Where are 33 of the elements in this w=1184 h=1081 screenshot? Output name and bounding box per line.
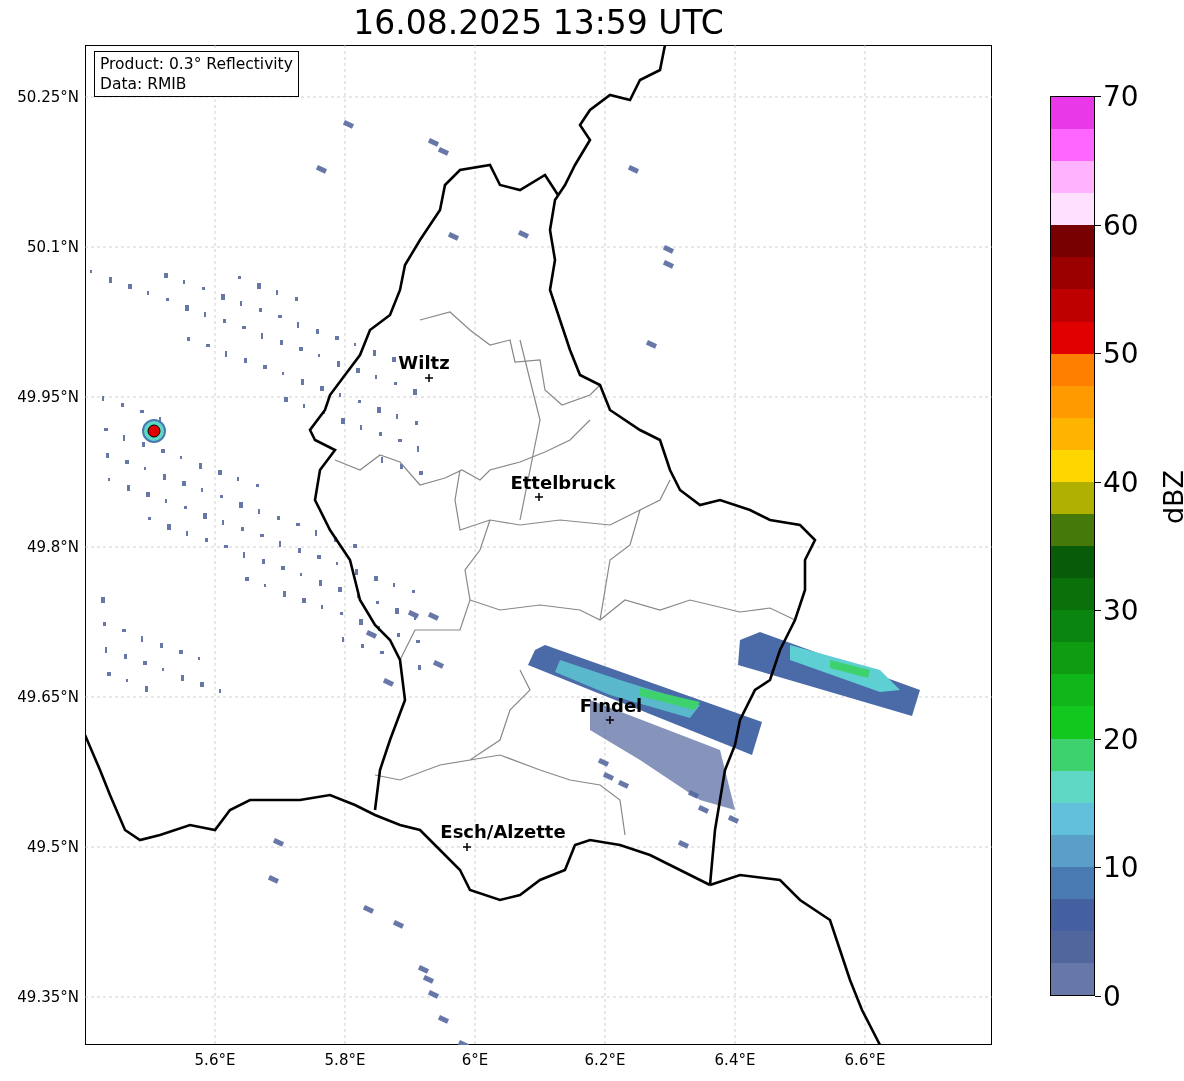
latitude-label: 49.95°N <box>17 388 79 406</box>
latitude-label: 49.5°N <box>26 838 79 856</box>
longitude-label: 5.6°E <box>194 1051 236 1069</box>
longitude-label: 6.2°E <box>584 1051 626 1069</box>
colorbar-tick-label: 30 <box>1103 593 1139 627</box>
longitude-label: 5.8°E <box>324 1051 366 1069</box>
info-text: Data: RMIB <box>100 74 188 94</box>
city-marker-icon <box>424 373 434 383</box>
latitude-label: 49.65°N <box>17 688 79 706</box>
colorbar-tick-label: 50 <box>1103 336 1139 370</box>
colorbar-tick-label: 10 <box>1103 850 1139 884</box>
city-marker-icon <box>605 715 615 725</box>
colorbar-tick-label: 60 <box>1103 208 1139 242</box>
colorbar-tick-label: 70 <box>1103 79 1139 113</box>
longitude-label: 6.4°E <box>714 1051 756 1069</box>
city-label: Ettelbruck <box>510 471 616 493</box>
colorbar-tick-label: 0 <box>1103 979 1121 1013</box>
colorbar-tick-label: 20 <box>1103 722 1139 756</box>
map-title: 16.08.2025 13:59 UTC <box>352 2 725 44</box>
city-marker-icon <box>462 842 472 852</box>
latitude-label: 49.8°N <box>26 538 79 556</box>
radar-site-icon <box>142 419 166 443</box>
info-text: Product: 0.3° Reflectivity <box>100 54 293 74</box>
city-label: Wiltz <box>398 351 450 373</box>
colorbar-tick-label: 40 <box>1103 465 1139 499</box>
longitude-label: 6.6°E <box>844 1051 886 1069</box>
colorbar-label: dBZ <box>1157 469 1184 525</box>
city-marker-icon <box>534 492 544 502</box>
latitude-label: 49.35°N <box>17 988 79 1006</box>
city-label: Esch/Alzette <box>440 820 566 842</box>
latitude-label: 50.1°N <box>26 238 79 256</box>
latitude-label: 50.25°N <box>17 88 79 106</box>
longitude-label: 6°E <box>461 1051 489 1069</box>
